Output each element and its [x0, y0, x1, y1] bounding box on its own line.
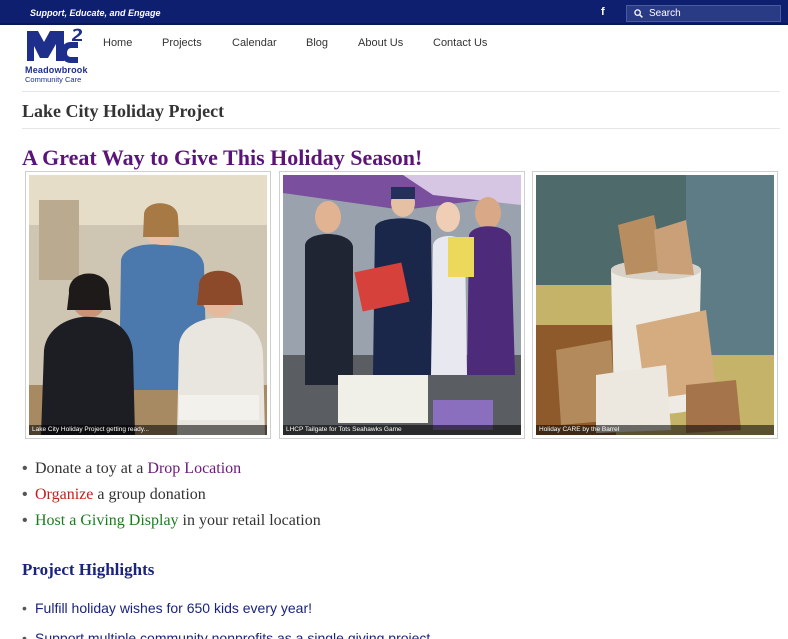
nav-item-blog[interactable]: Blog [306, 37, 328, 49]
photo-caption: Holiday CARE by the Barrel [536, 425, 774, 435]
nav-item-calendar[interactable]: Calendar [232, 37, 277, 49]
highlight-text: Fulfill holiday wishes for 650 kids ever… [35, 600, 313, 616]
tagline: Support, Educate, and Engage [30, 8, 161, 18]
list-item-text: in your retail location [178, 512, 321, 529]
page-title: Lake City Holiday Project [22, 101, 225, 121]
project-highlights-heading: Project Highlights [22, 560, 155, 579]
bullet-icon: • [22, 600, 27, 616]
facebook-icon[interactable]: f [601, 6, 605, 18]
volunteers-image [29, 175, 267, 435]
bullet-icon: • [22, 630, 27, 639]
bullet-icon: • [22, 460, 28, 477]
search-icon [634, 9, 643, 18]
logo-line-1: Meadowbrook [25, 65, 88, 75]
list-item-text: a group donation [93, 486, 206, 503]
ways-to-give-list: • Donate a toy at a Drop Location • Organi… [22, 456, 522, 534]
photo-barrel[interactable]: Holiday CARE by the Barrel [532, 171, 778, 439]
list-item: • Fulfill holiday wishes for 650 kids eve… [22, 593, 722, 623]
nav-item-projects[interactable]: Projects [162, 37, 202, 49]
photo-tailgate[interactable]: LHCP Tailgate for Tots Seahawks Game [279, 171, 525, 439]
list-item-text: Donate a toy at a [35, 460, 148, 477]
search-box[interactable] [626, 5, 781, 22]
logo-line-2: Community Care [25, 75, 82, 84]
list-item: • Donate a toy at a Drop Location [22, 456, 522, 482]
nav-item-home[interactable]: Home [103, 37, 132, 49]
list-item: • Support multiple community nonprofits a… [22, 623, 722, 639]
list-item: • Host a Giving Display in your retail lo… [22, 508, 522, 534]
list-item: • Organize a group donation [22, 482, 522, 508]
photo-caption: LHCP Tailgate for Tots Seahawks Game [283, 425, 521, 435]
nav-item-about-us[interactable]: About Us [358, 37, 403, 49]
photo-volunteers[interactable]: Lake City Holiday Project getting ready.… [25, 171, 271, 439]
logo-text: Meadowbrook Community Care [25, 65, 95, 85]
project-highlights-list: • Fulfill holiday wishes for 650 kids eve… [22, 593, 722, 639]
bullet-icon: • [22, 512, 28, 529]
highlight-text: Support multiple community nonprofits as… [35, 630, 431, 639]
header-divider [22, 91, 780, 92]
top-bar: Support, Educate, and Engage f [0, 0, 788, 25]
barrel-image [536, 175, 774, 435]
drop-location-link[interactable]: Drop Location [147, 460, 241, 477]
giving-display-link[interactable]: Host a Giving Display [35, 512, 179, 529]
tailgate-image [283, 175, 521, 435]
search-input[interactable] [649, 6, 777, 21]
headline: A Great Way to Give This Holiday Season! [22, 145, 423, 170]
bullet-icon: • [22, 486, 28, 503]
title-divider [22, 128, 780, 129]
organize-link[interactable]: Organize [35, 486, 93, 503]
photo-caption: Lake City Holiday Project getting ready.… [29, 425, 267, 435]
nav-item-contact-us[interactable]: Contact Us [433, 37, 487, 49]
